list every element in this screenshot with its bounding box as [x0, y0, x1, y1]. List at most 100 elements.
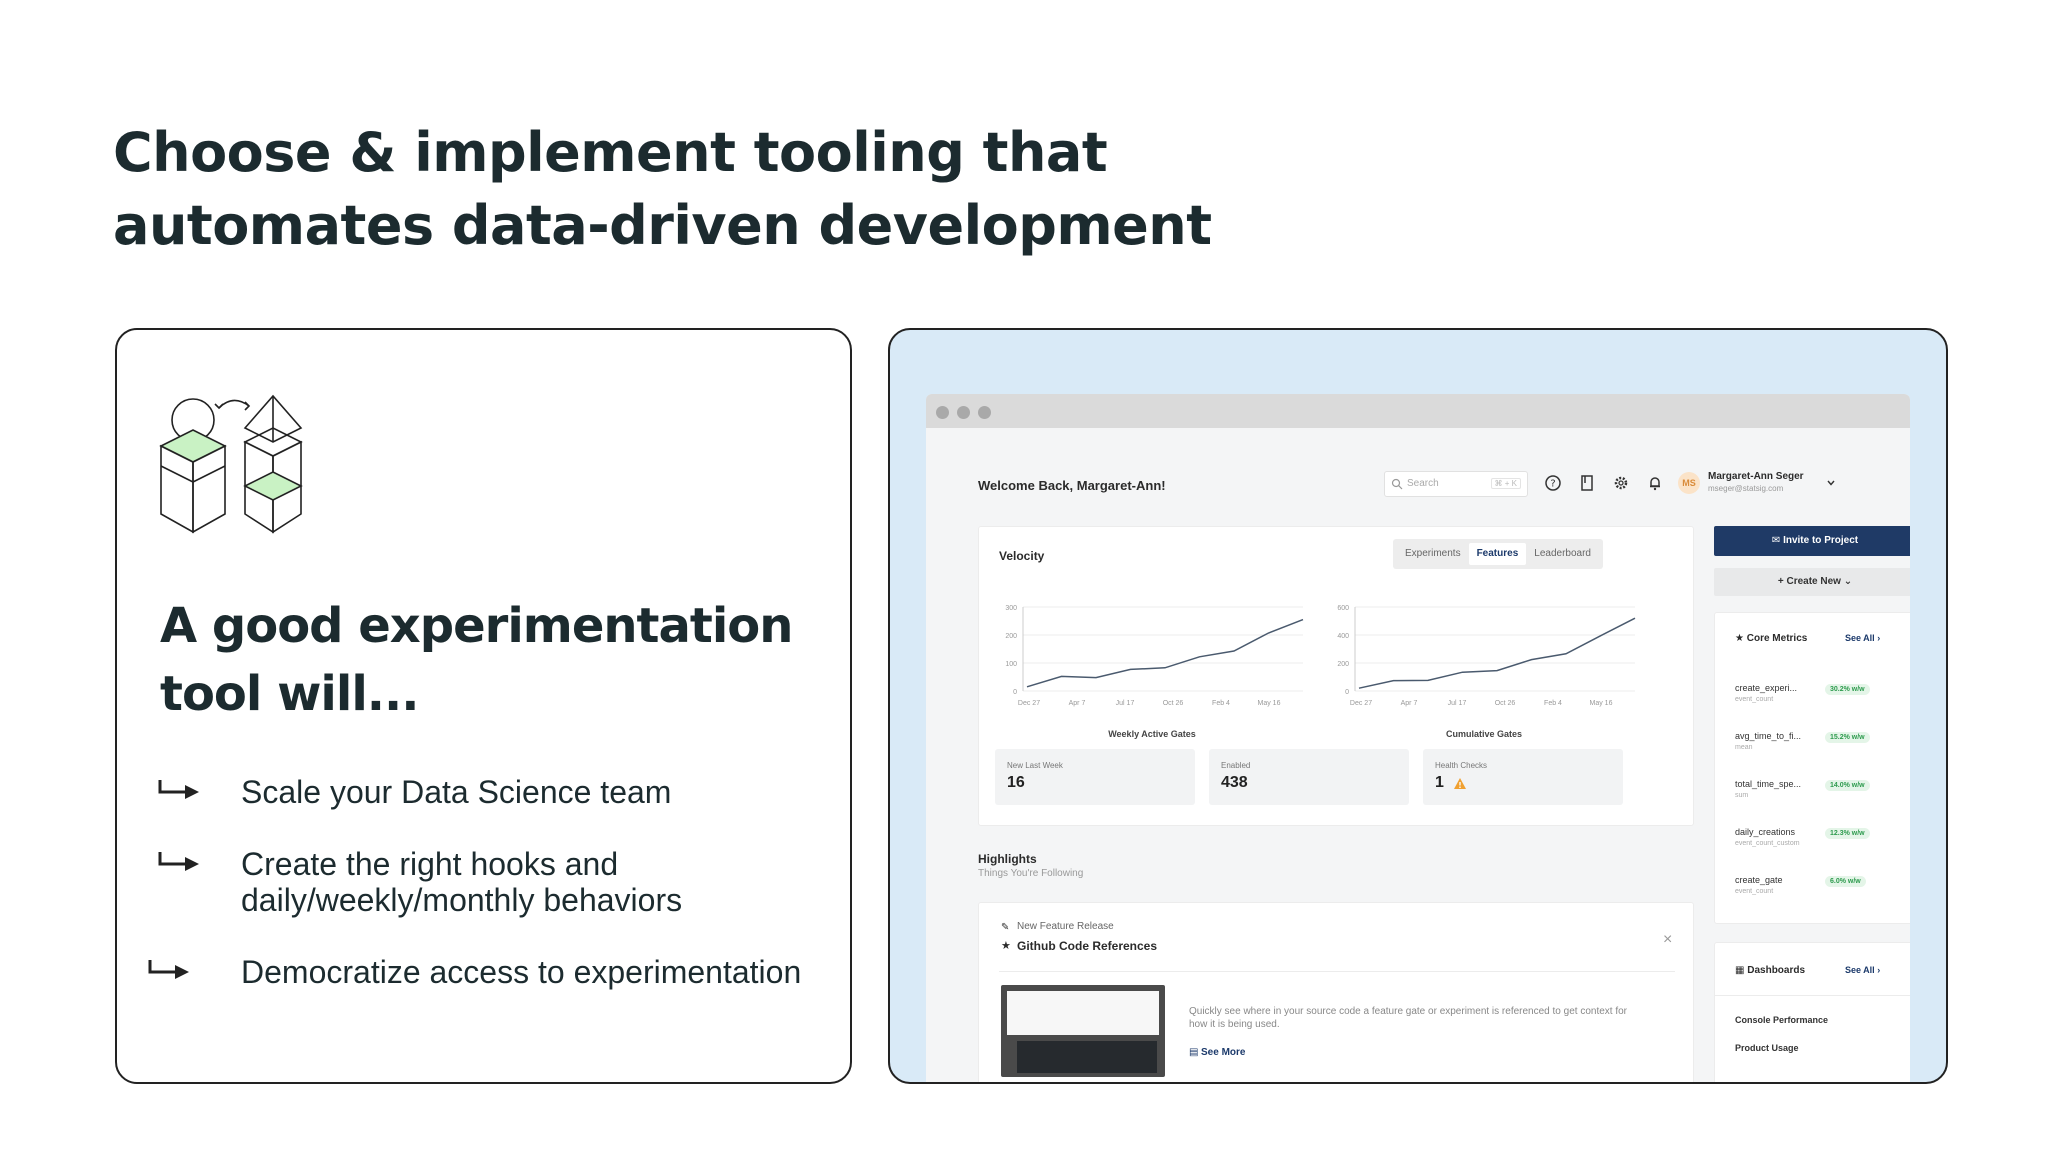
- see-all-link[interactable]: See All ›: [1845, 633, 1880, 643]
- bullet-text: Create the right hooks and daily/weekly/…: [241, 846, 683, 918]
- y-tick-label: 0: [1013, 689, 1017, 696]
- chart-caption: Cumulative Gates: [1445, 729, 1523, 739]
- search-shortcut: ⌘ + K: [1490, 478, 1521, 489]
- stat-label: Health Checks: [1435, 761, 1488, 770]
- metric-name[interactable]: create_experi...: [1735, 683, 1797, 693]
- metric-change-badge: 15.2% w/w: [1825, 732, 1870, 743]
- chart-caption: Weekly Active Gates: [1108, 729, 1196, 739]
- metric-subtitle: event_count: [1735, 696, 1774, 703]
- app-dashboard: Welcome Back, Margaret-Ann! Search ⌘ + K…: [926, 428, 1910, 1082]
- divider: [999, 971, 1675, 972]
- invite-label: Invite to Project: [1783, 535, 1859, 546]
- metric-change-badge: 30.2% w/w: [1825, 684, 1870, 695]
- divider: [1715, 995, 1910, 996]
- x-tick-label: Dec 27: [1350, 700, 1372, 707]
- welcome-heading: Welcome Back, Margaret-Ann!: [978, 478, 1166, 493]
- x-tick-label: Apr 7: [1401, 700, 1418, 707]
- metric-name[interactable]: total_time_spe...: [1735, 779, 1801, 789]
- release-tag: New Feature Release: [1017, 921, 1114, 932]
- metric-subtitle: mean: [1735, 744, 1753, 751]
- search-icon: [1391, 478, 1403, 490]
- metric-subtitle: event_count: [1735, 888, 1774, 895]
- x-tick-label: Feb 4: [1544, 700, 1562, 707]
- release-description: Quickly see where in your source code a …: [1189, 1006, 1628, 1030]
- tab-experiments[interactable]: Experiments: [1397, 543, 1469, 565]
- x-tick-label: May 16: [1258, 700, 1281, 707]
- stat-value: 1: [1435, 774, 1444, 791]
- stat-label: Enabled: [1221, 761, 1251, 770]
- see-all-link[interactable]: See All ›: [1845, 965, 1880, 975]
- card-heading: A good experimentation tool will...: [160, 598, 793, 722]
- dashboard-item[interactable]: Console Performance: [1735, 1015, 1828, 1025]
- highlights-title: Highlights: [978, 852, 1037, 866]
- chevron-down-icon: ⌄: [1840, 576, 1853, 587]
- user-name[interactable]: Margaret-Ann Seger: [1708, 471, 1804, 482]
- screenshot-card: Welcome Back, Margaret-Ann! Search ⌘ + K…: [888, 328, 1948, 1084]
- metric-name[interactable]: create_gate: [1735, 875, 1783, 885]
- x-tick-label: Jul 17: [1116, 700, 1135, 707]
- window-maximize-dot[interactable]: [978, 406, 991, 419]
- dashboard-item[interactable]: Product Usage: [1735, 1043, 1799, 1053]
- thumbnail-code: [1017, 1041, 1157, 1073]
- help-icon[interactable]: ?: [1544, 474, 1562, 492]
- left-card: A good experimentation tool will... Scal…: [115, 328, 852, 1084]
- bullet-list: Scale your Data Science team Create the …: [148, 774, 833, 1026]
- release-thumbnail[interactable]: [1001, 985, 1165, 1077]
- series-line: [1358, 617, 1636, 689]
- bullet-item: Create the right hooks and daily/weekly/…: [153, 846, 833, 918]
- release-title: Github Code References: [1017, 939, 1158, 953]
- velocity-panel: Velocity Experiments Features Leaderboar…: [978, 526, 1694, 826]
- browser-title-bar: [926, 394, 1910, 428]
- stat-value: 16: [1007, 774, 1025, 791]
- cumulative-gates-chart: 0 200 400 600 Dec 27 Apr 7 Jul 17 Oct 26 Feb 4 Ma…: [1337, 605, 1636, 707]
- highlights-subtitle: Things You're Following: [978, 868, 1084, 879]
- search-placeholder: Search: [1407, 478, 1439, 489]
- x-tick-label: Jul 17: [1448, 700, 1467, 707]
- bullet-text: Scale your Data Science team: [241, 774, 672, 810]
- chevron-down-icon[interactable]: [1826, 478, 1836, 488]
- return-arrow-icon: [148, 960, 189, 979]
- search-input[interactable]: Search ⌘ + K: [1384, 471, 1528, 497]
- bell-icon[interactable]: [1646, 474, 1664, 492]
- metric-change-badge: 14.0% w/w: [1825, 780, 1870, 791]
- tab-leaderboard[interactable]: Leaderboard: [1526, 543, 1599, 565]
- window-close-dot[interactable]: [936, 406, 949, 419]
- bullet-item: Democratize access to experimentation: [148, 954, 833, 990]
- document-icon: ▤: [1189, 1047, 1199, 1058]
- svg-text:?: ?: [1550, 479, 1555, 490]
- megaphone-icon: ✎: [1001, 922, 1010, 933]
- tab-features[interactable]: Features: [1468, 543, 1527, 565]
- create-new-button[interactable]: + Create New ⌄: [1714, 568, 1910, 596]
- stat-health-checks[interactable]: Health Checks 1: [1423, 749, 1623, 805]
- weekly-active-gates-chart: 0 100 200 300 Dec 27 Apr 7 Jul 17 Oct 26 Feb 4 Ma…: [1005, 605, 1304, 707]
- cube-illustration-icon: [159, 394, 303, 534]
- stat-enabled: Enabled 438: [1209, 749, 1409, 805]
- metric-subtitle: event_count_custom: [1735, 840, 1800, 847]
- create-new-label: Create New: [1786, 576, 1841, 587]
- metric-change-badge: 12.3% w/w: [1825, 828, 1870, 839]
- x-tick-label: Apr 7: [1069, 700, 1086, 707]
- return-arrow-icon: [158, 852, 199, 871]
- y-tick-label: 200: [1005, 633, 1017, 640]
- see-more-link[interactable]: See More: [1201, 1047, 1245, 1058]
- velocity-title: Velocity: [999, 549, 1045, 563]
- close-icon[interactable]: ×: [1663, 931, 1672, 949]
- invite-to-project-button[interactable]: ✉ Invite to Project: [1714, 526, 1910, 556]
- release-icon: ★: [1001, 940, 1011, 952]
- grid-icon: ▦: [1735, 965, 1748, 976]
- y-tick-label: 600: [1337, 605, 1349, 612]
- avatar[interactable]: MS: [1678, 472, 1700, 494]
- docs-icon[interactable]: [1578, 474, 1596, 492]
- x-tick-label: Feb 4: [1212, 700, 1230, 707]
- metric-name[interactable]: avg_time_to_fi...: [1735, 731, 1801, 741]
- metric-name[interactable]: daily_creations: [1735, 827, 1795, 837]
- core-metrics-panel: ★ Core Metrics See All › create_experi..…: [1714, 612, 1910, 924]
- gear-icon[interactable]: [1612, 474, 1630, 492]
- window-minimize-dot[interactable]: [957, 406, 970, 419]
- x-tick-label: Oct 26: [1163, 700, 1184, 707]
- thumbnail-ui: [1007, 991, 1159, 1035]
- dashboards-panel: ▦ Dashboards See All › Console Performan…: [1714, 942, 1910, 1082]
- bullet-text: Democratize access to experimentation: [241, 954, 802, 990]
- return-arrow-icon: [158, 780, 199, 799]
- stat-label: New Last Week: [1007, 761, 1063, 770]
